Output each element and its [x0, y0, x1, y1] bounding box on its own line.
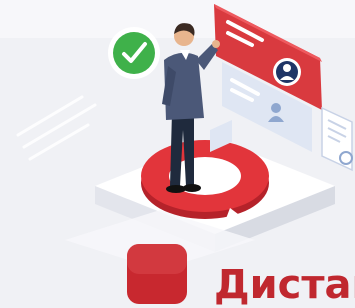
- page-title: Дистан: [214, 262, 355, 308]
- caption-clip: Дистан: [0, 0, 355, 308]
